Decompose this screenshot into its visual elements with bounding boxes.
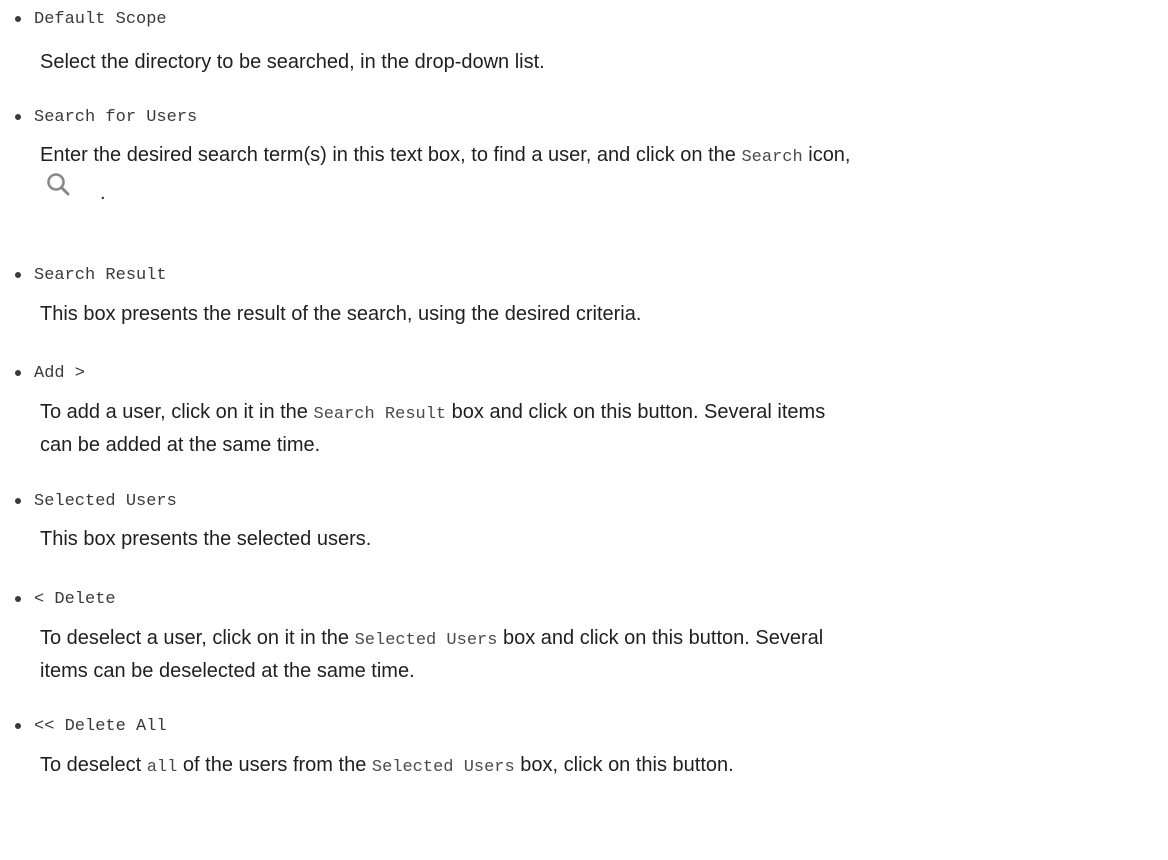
term-label: < Delete bbox=[34, 589, 116, 609]
description-text: box, click on this button. bbox=[514, 754, 734, 776]
description-text: To add a user, click on it in the bbox=[40, 401, 314, 423]
description: To add a user, click on it in the Search… bbox=[40, 397, 1160, 460]
description: This box presents the result of the sear… bbox=[40, 299, 1160, 329]
bullet bbox=[15, 723, 21, 729]
term-label: << Delete All bbox=[34, 716, 167, 736]
term-search-result: Search Result bbox=[15, 262, 167, 288]
bullet bbox=[15, 498, 21, 504]
term-selected-users: Selected Users bbox=[15, 488, 177, 514]
bullet bbox=[15, 272, 21, 278]
description: To deselect a user, click on it in the S… bbox=[40, 623, 1160, 686]
description-text: box and click on this button. Several bbox=[497, 627, 824, 649]
bullet bbox=[15, 16, 21, 22]
term-label: Search Result bbox=[34, 265, 167, 285]
term-delete: < Delete bbox=[15, 586, 116, 612]
inline-code: Selected Users bbox=[354, 631, 498, 650]
term-label: Selected Users bbox=[34, 491, 177, 511]
inline-code: Selected Users bbox=[371, 758, 515, 777]
term-label: Search for Users bbox=[34, 107, 198, 127]
term-label: Add > bbox=[34, 363, 86, 383]
description-text: To deselect bbox=[40, 754, 147, 776]
description-text-line2: items can be deselected at the same time… bbox=[40, 660, 415, 682]
term-label: Default Scope bbox=[34, 9, 167, 29]
term-search-for-users: Search for Users bbox=[15, 104, 197, 130]
term-delete-all: << Delete All bbox=[15, 713, 167, 739]
term-default-scope: Default Scope bbox=[15, 6, 167, 32]
description-text: Select the directory to be searched, in … bbox=[40, 51, 545, 73]
description-text: box and click on this button. Several it… bbox=[446, 401, 826, 423]
inline-code: Search Result bbox=[313, 405, 447, 424]
description-text: of the users from the bbox=[177, 754, 372, 776]
search-icon bbox=[44, 170, 100, 210]
term-add: Add > bbox=[15, 360, 85, 386]
description-text-line2: can be added at the same time. bbox=[40, 434, 321, 456]
bullet bbox=[15, 114, 21, 120]
description-text: To deselect a user, click on it in the bbox=[40, 627, 355, 649]
description-text: icon, bbox=[802, 144, 851, 166]
description: Enter the desired search term(s) in this… bbox=[40, 140, 1160, 173]
description: This box presents the selected users. bbox=[40, 524, 1160, 554]
description: Select the directory to be searched, in … bbox=[40, 47, 1160, 77]
inline-code: Search bbox=[741, 148, 803, 167]
description-text: Enter the desired search term(s) in this… bbox=[40, 144, 742, 166]
bullet bbox=[15, 596, 21, 602]
description-text: This box presents the result of the sear… bbox=[40, 303, 642, 325]
description-text: This box presents the selected users. bbox=[40, 528, 372, 550]
bullet bbox=[15, 370, 21, 376]
description: To deselect all of the users from the Se… bbox=[40, 750, 1160, 783]
inline-code: all bbox=[146, 758, 178, 777]
icon-trailing-period: . bbox=[100, 182, 106, 204]
